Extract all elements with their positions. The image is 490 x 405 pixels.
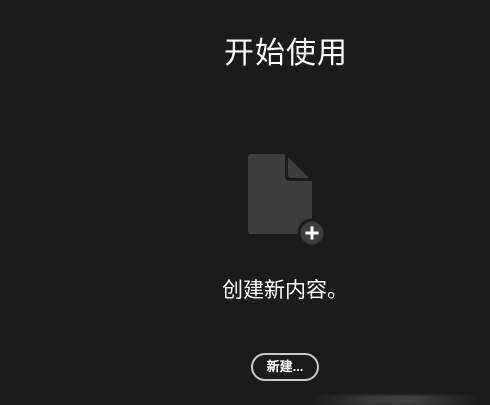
new-button[interactable]: 新建... — [251, 353, 319, 381]
start-screen: 开始使用 创建新内容。 新建... — [0, 0, 490, 405]
empty-state-message: 创建新内容。 — [222, 278, 348, 302]
new-document-icon — [248, 154, 328, 250]
bottom-smudge — [310, 395, 480, 405]
page-title: 开始使用 — [224, 36, 348, 71]
